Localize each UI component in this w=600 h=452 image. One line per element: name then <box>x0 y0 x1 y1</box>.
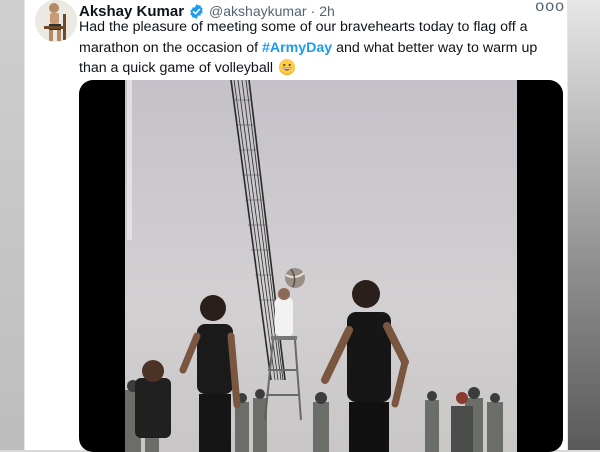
right-background <box>566 0 600 450</box>
more-options-icon[interactable]: ooo <box>535 0 565 16</box>
volleyball-scene-image <box>125 80 517 452</box>
tweet-card[interactable]: Akshay Kumar @akshaykumar · 2h ooo Had t… <box>24 0 568 452</box>
hashtag-link[interactable]: #ArmyDay <box>262 40 332 56</box>
avatar-image <box>35 0 77 42</box>
tweet-text: Had the pleasure of meeting some of our … <box>79 17 549 79</box>
grinning-face-emoji-icon <box>278 59 295 75</box>
video-frame[interactable] <box>125 80 517 452</box>
video-player[interactable] <box>79 80 563 452</box>
left-background <box>0 0 24 450</box>
avatar[interactable] <box>35 0 77 42</box>
